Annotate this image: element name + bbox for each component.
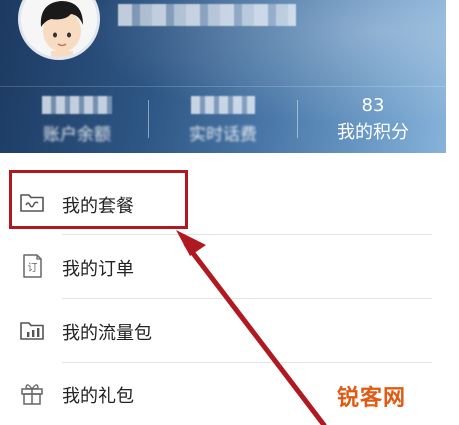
order-document-icon: 订 [23, 254, 42, 278]
menu-item-label: 我的流量包 [62, 323, 152, 344]
menu-divider [62, 234, 432, 235]
svg-text:订: 订 [28, 262, 38, 274]
user-name [118, 4, 296, 26]
menu-item-my-data-pack[interactable]: 我的流量包 [0, 300, 446, 362]
stat-balance-value [42, 96, 112, 114]
stat-points[interactable]: 83 我的积分 [318, 96, 428, 148]
menu-item-label: 我的礼包 [62, 386, 134, 407]
stat-balance[interactable]: 账户余额 [22, 96, 132, 148]
menu-divider [62, 362, 432, 363]
stats-divider [0, 86, 446, 87]
user-avatar-icon [21, 0, 97, 57]
stat-points-label: 我的积分 [337, 122, 409, 143]
gift-icon [21, 384, 43, 405]
menu-divider [62, 298, 432, 299]
stat-realtime-charge[interactable]: 实时话费 [168, 96, 278, 148]
menu-item-my-orders[interactable]: 订 我的订单 [0, 236, 446, 298]
stat-realtime-charge-label: 实时话费 [189, 125, 257, 145]
stat-separator [297, 100, 298, 138]
highlight-box [9, 170, 188, 229]
watermark: 锐客网 [337, 386, 407, 411]
stat-separator [148, 100, 149, 138]
stat-points-value: 83 [361, 95, 385, 116]
stat-balance-label: 账户余额 [43, 125, 111, 145]
avatar[interactable] [18, 0, 100, 60]
stat-realtime-charge-value [191, 96, 255, 114]
data-chart-icon [20, 322, 44, 340]
menu-item-label: 我的订单 [62, 259, 134, 280]
profile-header: 账户余额 实时话费 83 我的积分 [0, 0, 446, 153]
